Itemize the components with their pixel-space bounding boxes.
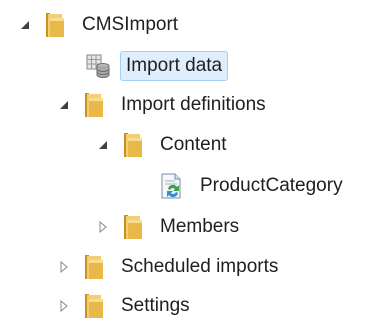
- tree-node-import-data[interactable]: Import data: [62, 46, 229, 86]
- tree-node-scheduled-imports[interactable]: Scheduled imports: [57, 247, 284, 287]
- tree-node-label: Import definitions: [121, 94, 266, 115]
- collapse-arrow-icon[interactable]: [18, 18, 32, 32]
- tree-node-content[interactable]: Content: [96, 125, 233, 165]
- database-icon: [84, 52, 112, 80]
- collapse-arrow-icon[interactable]: [57, 98, 71, 112]
- tree-node-label: Members: [160, 216, 240, 237]
- expand-arrow-icon[interactable]: [96, 220, 110, 234]
- tree-node-label: Scheduled imports: [121, 256, 279, 277]
- tree-node-label: Content: [160, 134, 227, 155]
- folder-icon: [40, 11, 68, 39]
- tree-node-members[interactable]: Members: [96, 207, 245, 247]
- folder-icon: [118, 131, 146, 159]
- folder-icon: [79, 292, 107, 320]
- tree-node-settings[interactable]: Settings: [57, 286, 196, 322]
- tree-node-label: Settings: [121, 295, 190, 316]
- expand-arrow-icon[interactable]: [57, 260, 71, 274]
- tree-node-productcategory[interactable]: ProductCategory: [136, 166, 349, 206]
- tree-node-label: Import data: [120, 51, 229, 81]
- tree-node-import-definitions[interactable]: Import definitions: [57, 85, 272, 125]
- folder-icon: [79, 253, 107, 281]
- import-definition-icon: [158, 172, 186, 200]
- folder-icon: [79, 91, 107, 119]
- collapse-arrow-icon[interactable]: [96, 138, 110, 152]
- tree-node-label: ProductCategory: [200, 175, 343, 196]
- tree-node-label: CMSImport: [82, 14, 179, 35]
- expand-arrow-icon[interactable]: [57, 299, 71, 313]
- folder-icon: [118, 213, 146, 241]
- tree-node-cmsimport[interactable]: CMSImport: [18, 5, 184, 45]
